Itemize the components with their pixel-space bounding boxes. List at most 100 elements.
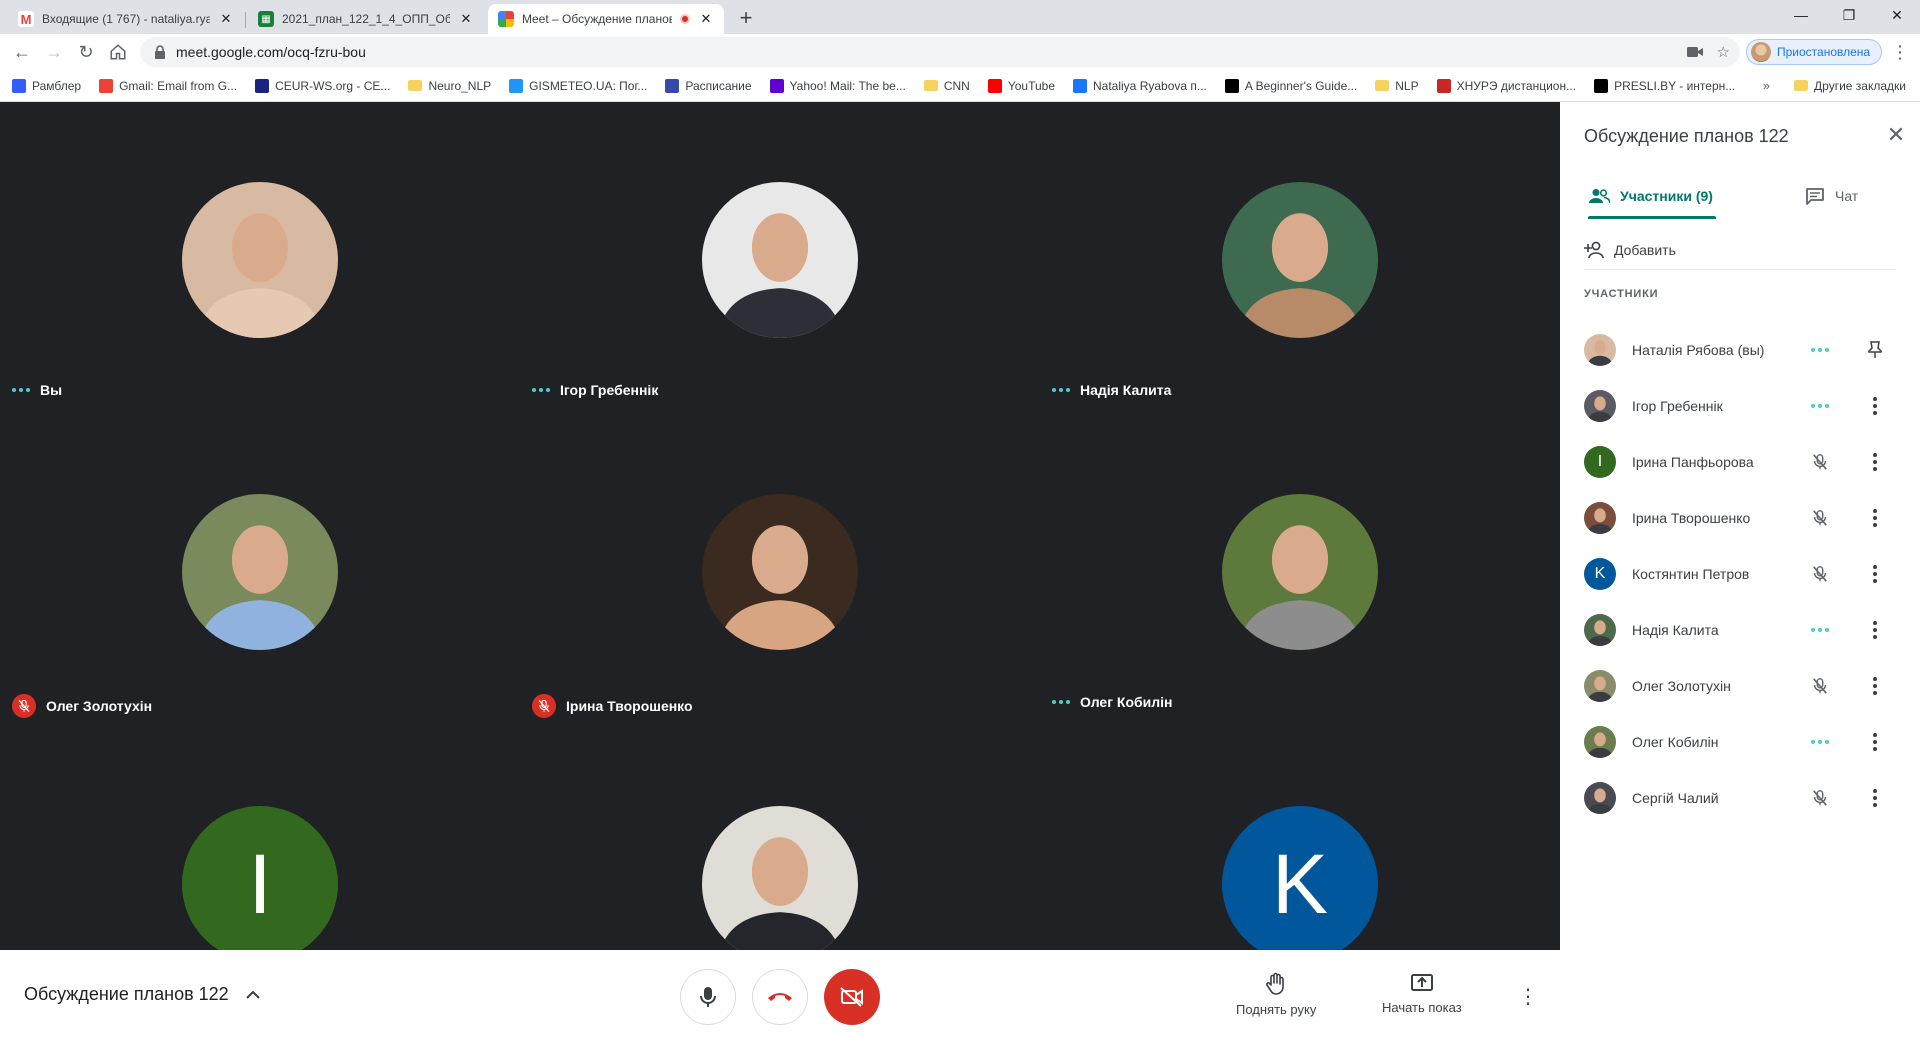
muted-status	[1808, 564, 1832, 584]
bookmark-item[interactable]: CEUR-WS.org - CE...	[255, 78, 390, 93]
bookmark-item[interactable]: NLP	[1375, 79, 1419, 93]
participant-tile[interactable]: Надія Калита	[1040, 102, 1560, 414]
participant-more-icon[interactable]	[1865, 674, 1885, 698]
bookmark-item[interactable]: Рамблер	[12, 78, 81, 93]
participant-tile[interactable]: Ірина Творошенко	[520, 414, 1040, 726]
browser-tab-sheets[interactable]: ▦ 2021_план_122_1_4_ОПП_Общи ✕	[248, 4, 484, 34]
participant-list: Наталія Рябова (вы) Ігор Гребеннік I Ірина …	[1560, 322, 1920, 826]
bookmark-item[interactable]: Nataliya Ryabova п...	[1073, 78, 1207, 93]
muted-status	[1808, 676, 1832, 696]
lock-icon	[155, 45, 165, 59]
camera-in-use-icon[interactable]	[1686, 46, 1703, 58]
bookmark-item[interactable]: Neuro_NLP	[408, 79, 491, 93]
close-panel-icon[interactable]: ✕	[1882, 122, 1910, 148]
participant-name: Ірина Творошенко	[1632, 510, 1751, 526]
participant-avatar	[1584, 334, 1616, 366]
bookmark-item[interactable]: Gmail: Email from G...	[99, 78, 238, 93]
browser-tab-gmail[interactable]: M Входящие (1 767) - nataliya.ryab ✕	[8, 4, 244, 34]
video-grid: Вы Ігор Гребеннік Надія Калита Олег Золотух…	[0, 102, 1560, 950]
chevron-up-icon	[245, 990, 260, 999]
participant-name: Вы	[40, 382, 63, 398]
participant-avatar: I	[1584, 446, 1616, 478]
participant-more-icon[interactable]	[1865, 562, 1885, 586]
pin-icon[interactable]	[1865, 338, 1885, 362]
tab-chat[interactable]: Чат	[1805, 174, 1858, 218]
participant-more-icon[interactable]	[1865, 450, 1885, 474]
profile-button[interactable]: Приостановлена	[1746, 39, 1882, 65]
other-bookmarks[interactable]: Другие закладки	[1794, 79, 1906, 93]
participant-tile[interactable]: Ігор Гребеннік	[520, 102, 1040, 414]
mic-off-icon	[1813, 566, 1827, 582]
ceur-icon	[255, 78, 270, 93]
new-tab-button[interactable]: +	[732, 5, 760, 33]
present-now-button[interactable]: Начать показ	[1382, 972, 1462, 1015]
participant-row[interactable]: I Ірина Панфьорова	[1560, 434, 1920, 490]
participant-tile[interactable]: K	[1040, 726, 1560, 950]
participant-more-icon[interactable]	[1865, 618, 1885, 642]
camera-button[interactable]	[824, 969, 880, 1025]
close-tab-icon[interactable]: ✕	[698, 11, 714, 27]
home-icon[interactable]	[104, 38, 132, 66]
raise-hand-button[interactable]: Поднять руку	[1236, 972, 1316, 1017]
more-options-icon[interactable]: ⋮	[1518, 984, 1538, 1009]
leave-call-button[interactable]	[752, 969, 808, 1025]
avatar-photo	[1584, 614, 1616, 646]
muted-badge	[12, 694, 36, 718]
participant-tile[interactable]: I	[0, 726, 520, 950]
speaking-indicator-icon	[1811, 628, 1829, 632]
more-bookmarks-icon[interactable]: »	[1763, 78, 1770, 93]
participant-row[interactable]: Олег Золотухін	[1560, 658, 1920, 714]
participant-row[interactable]: Олег Кобилін	[1560, 714, 1920, 770]
address-bar[interactable]: meet.google.com/ocq-fzru-bou ☆	[140, 37, 1740, 67]
participant-row[interactable]: Ірина Творошенко	[1560, 490, 1920, 546]
bookmark-item[interactable]: Yahoo! Mail: The be...	[769, 78, 906, 93]
close-tab-icon[interactable]: ✕	[458, 11, 474, 27]
bookmark-item[interactable]: A Beginner's Guide...	[1224, 78, 1358, 93]
close-window-icon[interactable]: ✕	[1874, 0, 1920, 30]
meeting-details-button[interactable]: Обсуждение планов 122	[24, 984, 261, 1005]
participant-tile[interactable]: Вы	[0, 102, 520, 414]
participant-name: Ірина Панфьорова	[1632, 454, 1754, 470]
present-label: Начать показ	[1382, 1000, 1462, 1015]
maximize-icon[interactable]: ❐	[1826, 0, 1872, 30]
bookmark-item[interactable]: ХНУРЭ дистанцион...	[1436, 78, 1576, 93]
gmail-icon: M	[18, 11, 34, 27]
participant-row[interactable]: Ігор Гребеннік	[1560, 378, 1920, 434]
tab-participants[interactable]: Участники (9)	[1588, 174, 1713, 218]
browser-menu-icon[interactable]: ⋮	[1888, 38, 1912, 66]
participant-row[interactable]: Наталія Рябова (вы)	[1560, 322, 1920, 378]
recording-indicator-icon	[680, 14, 690, 24]
bookmark-item[interactable]: CNN	[923, 79, 970, 93]
participant-avatar	[1584, 614, 1616, 646]
bookmark-item[interactable]: PRESLI.BY - интерн...	[1594, 78, 1735, 93]
bookmark-label: Gmail: Email from G...	[119, 78, 238, 93]
bookmark-item[interactable]: YouTube	[987, 78, 1055, 93]
participant-more-icon[interactable]	[1865, 730, 1885, 754]
bookmark-item[interactable]: Расписание	[665, 78, 752, 93]
bookmark-star-icon[interactable]: ☆	[1717, 43, 1730, 61]
add-participant-button[interactable]: Добавить	[1584, 230, 1896, 270]
bookmark-label: Neuro_NLP	[428, 78, 492, 93]
microphone-button[interactable]	[680, 969, 736, 1025]
close-tab-icon[interactable]: ✕	[218, 11, 234, 27]
participant-tile[interactable]	[520, 726, 1040, 950]
forward-icon[interactable]: →	[40, 38, 68, 66]
reload-icon[interactable]: ↻	[72, 38, 100, 66]
participant-tile[interactable]: Олег Кобилін	[1040, 414, 1560, 726]
participant-more-icon[interactable]	[1865, 394, 1885, 418]
participant-row[interactable]: Надія Калита	[1560, 602, 1920, 658]
participant-row[interactable]: K Костянтин Петров	[1560, 546, 1920, 602]
participant-more-icon[interactable]	[1865, 506, 1885, 530]
bookmark-item[interactable]: GISMETEO.UA: Пог...	[509, 78, 647, 93]
speaking-status	[1808, 396, 1832, 416]
yahoo-icon	[769, 78, 784, 93]
avatar-photo	[1584, 726, 1616, 758]
back-icon[interactable]: ←	[8, 38, 36, 66]
participant-more-icon[interactable]	[1865, 786, 1885, 810]
minimize-icon[interactable]: —	[1778, 0, 1824, 30]
bookmark-label: A Beginner's Guide...	[1244, 78, 1358, 93]
participant-row[interactable]: Сергій Чалий	[1560, 770, 1920, 826]
browser-tab-meet[interactable]: Meet – Обсуждение планов ✕	[488, 4, 724, 34]
bookmark-label: YouTube	[1007, 78, 1055, 93]
participant-tile[interactable]: Олег Золотухін	[0, 414, 520, 726]
